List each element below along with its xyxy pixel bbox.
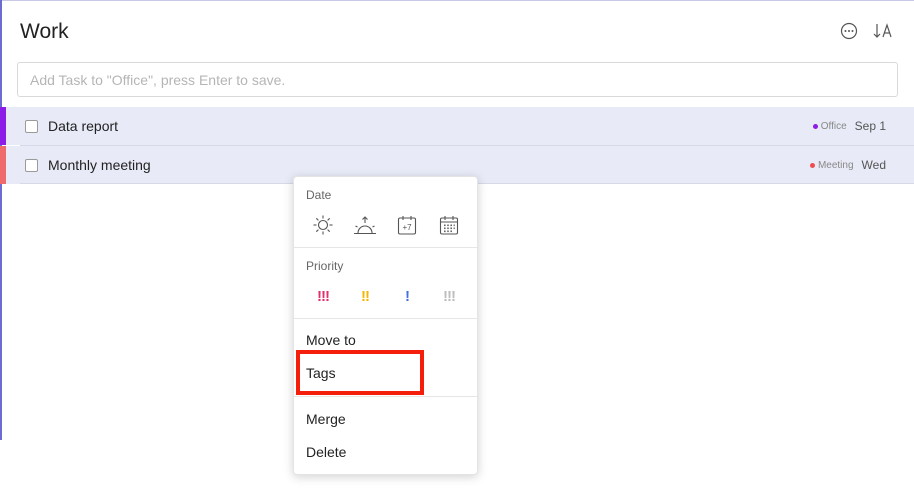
priority-low-icon[interactable]: ! [390, 283, 424, 309]
list-title: Work [20, 20, 69, 43]
task-meta: Meeting Wed [809, 158, 886, 172]
window-left-edge [0, 0, 2, 440]
priority-high-glyph: !!! [317, 287, 330, 305]
task-row[interactable]: Data report Office Sep 1 [0, 107, 914, 145]
sunset-icon[interactable] [348, 212, 382, 238]
menu-divider [294, 247, 479, 248]
priority-none-icon[interactable]: !!! [432, 283, 466, 309]
merge-item[interactable]: Merge [306, 411, 346, 427]
tag-label: Meeting [817, 159, 854, 171]
task-tag[interactable]: Office [812, 120, 847, 132]
calendar-icon[interactable] [432, 212, 466, 238]
priority-low-glyph: ! [405, 287, 410, 305]
list-header: Work [20, 18, 894, 48]
priority-medium-icon[interactable]: !! [348, 283, 382, 309]
priority-bar [0, 146, 6, 184]
priority-medium-glyph: !! [361, 287, 370, 305]
task-meta: Office Sep 1 [812, 119, 886, 133]
date-options: +7 [306, 212, 466, 238]
task-checkbox[interactable] [25, 119, 38, 133]
priority-high-icon[interactable]: !!! [306, 283, 340, 309]
tag-dot-icon [809, 162, 815, 168]
task-date: Sep 1 [854, 119, 886, 133]
task-title: Data report [48, 118, 119, 134]
sort-icon[interactable] [872, 20, 894, 42]
priority-none-glyph: !!! [443, 287, 456, 305]
header-actions [838, 20, 894, 42]
window-top-edge [0, 0, 914, 1]
move-to-item[interactable]: Move to [306, 332, 356, 348]
more-options-icon[interactable] [838, 20, 860, 42]
tag-label: Office [820, 120, 847, 132]
menu-divider [294, 318, 479, 319]
priority-bar [0, 107, 6, 145]
date-section-label: Date [306, 188, 332, 202]
sun-icon[interactable] [306, 212, 340, 238]
tag-dot-icon [812, 123, 818, 129]
task-context-menu: Date +7 Priority !!! !! ! !!! Move to Ta… [293, 176, 479, 475]
task-checkbox[interactable] [25, 158, 38, 172]
menu-divider [294, 396, 479, 397]
task-title: Monthly meeting [48, 157, 151, 173]
priority-section-label: Priority [306, 259, 344, 273]
tags-highlight-box [296, 350, 424, 395]
task-date: Wed [861, 158, 886, 172]
task-tag[interactable]: Meeting [809, 159, 854, 171]
priority-options: !!! !! ! !!! [306, 283, 466, 309]
plus-seven-label: +7 [402, 223, 412, 232]
add-task-input[interactable] [17, 62, 898, 97]
plus-seven-days-icon[interactable]: +7 [390, 212, 424, 238]
delete-item[interactable]: Delete [306, 444, 346, 460]
